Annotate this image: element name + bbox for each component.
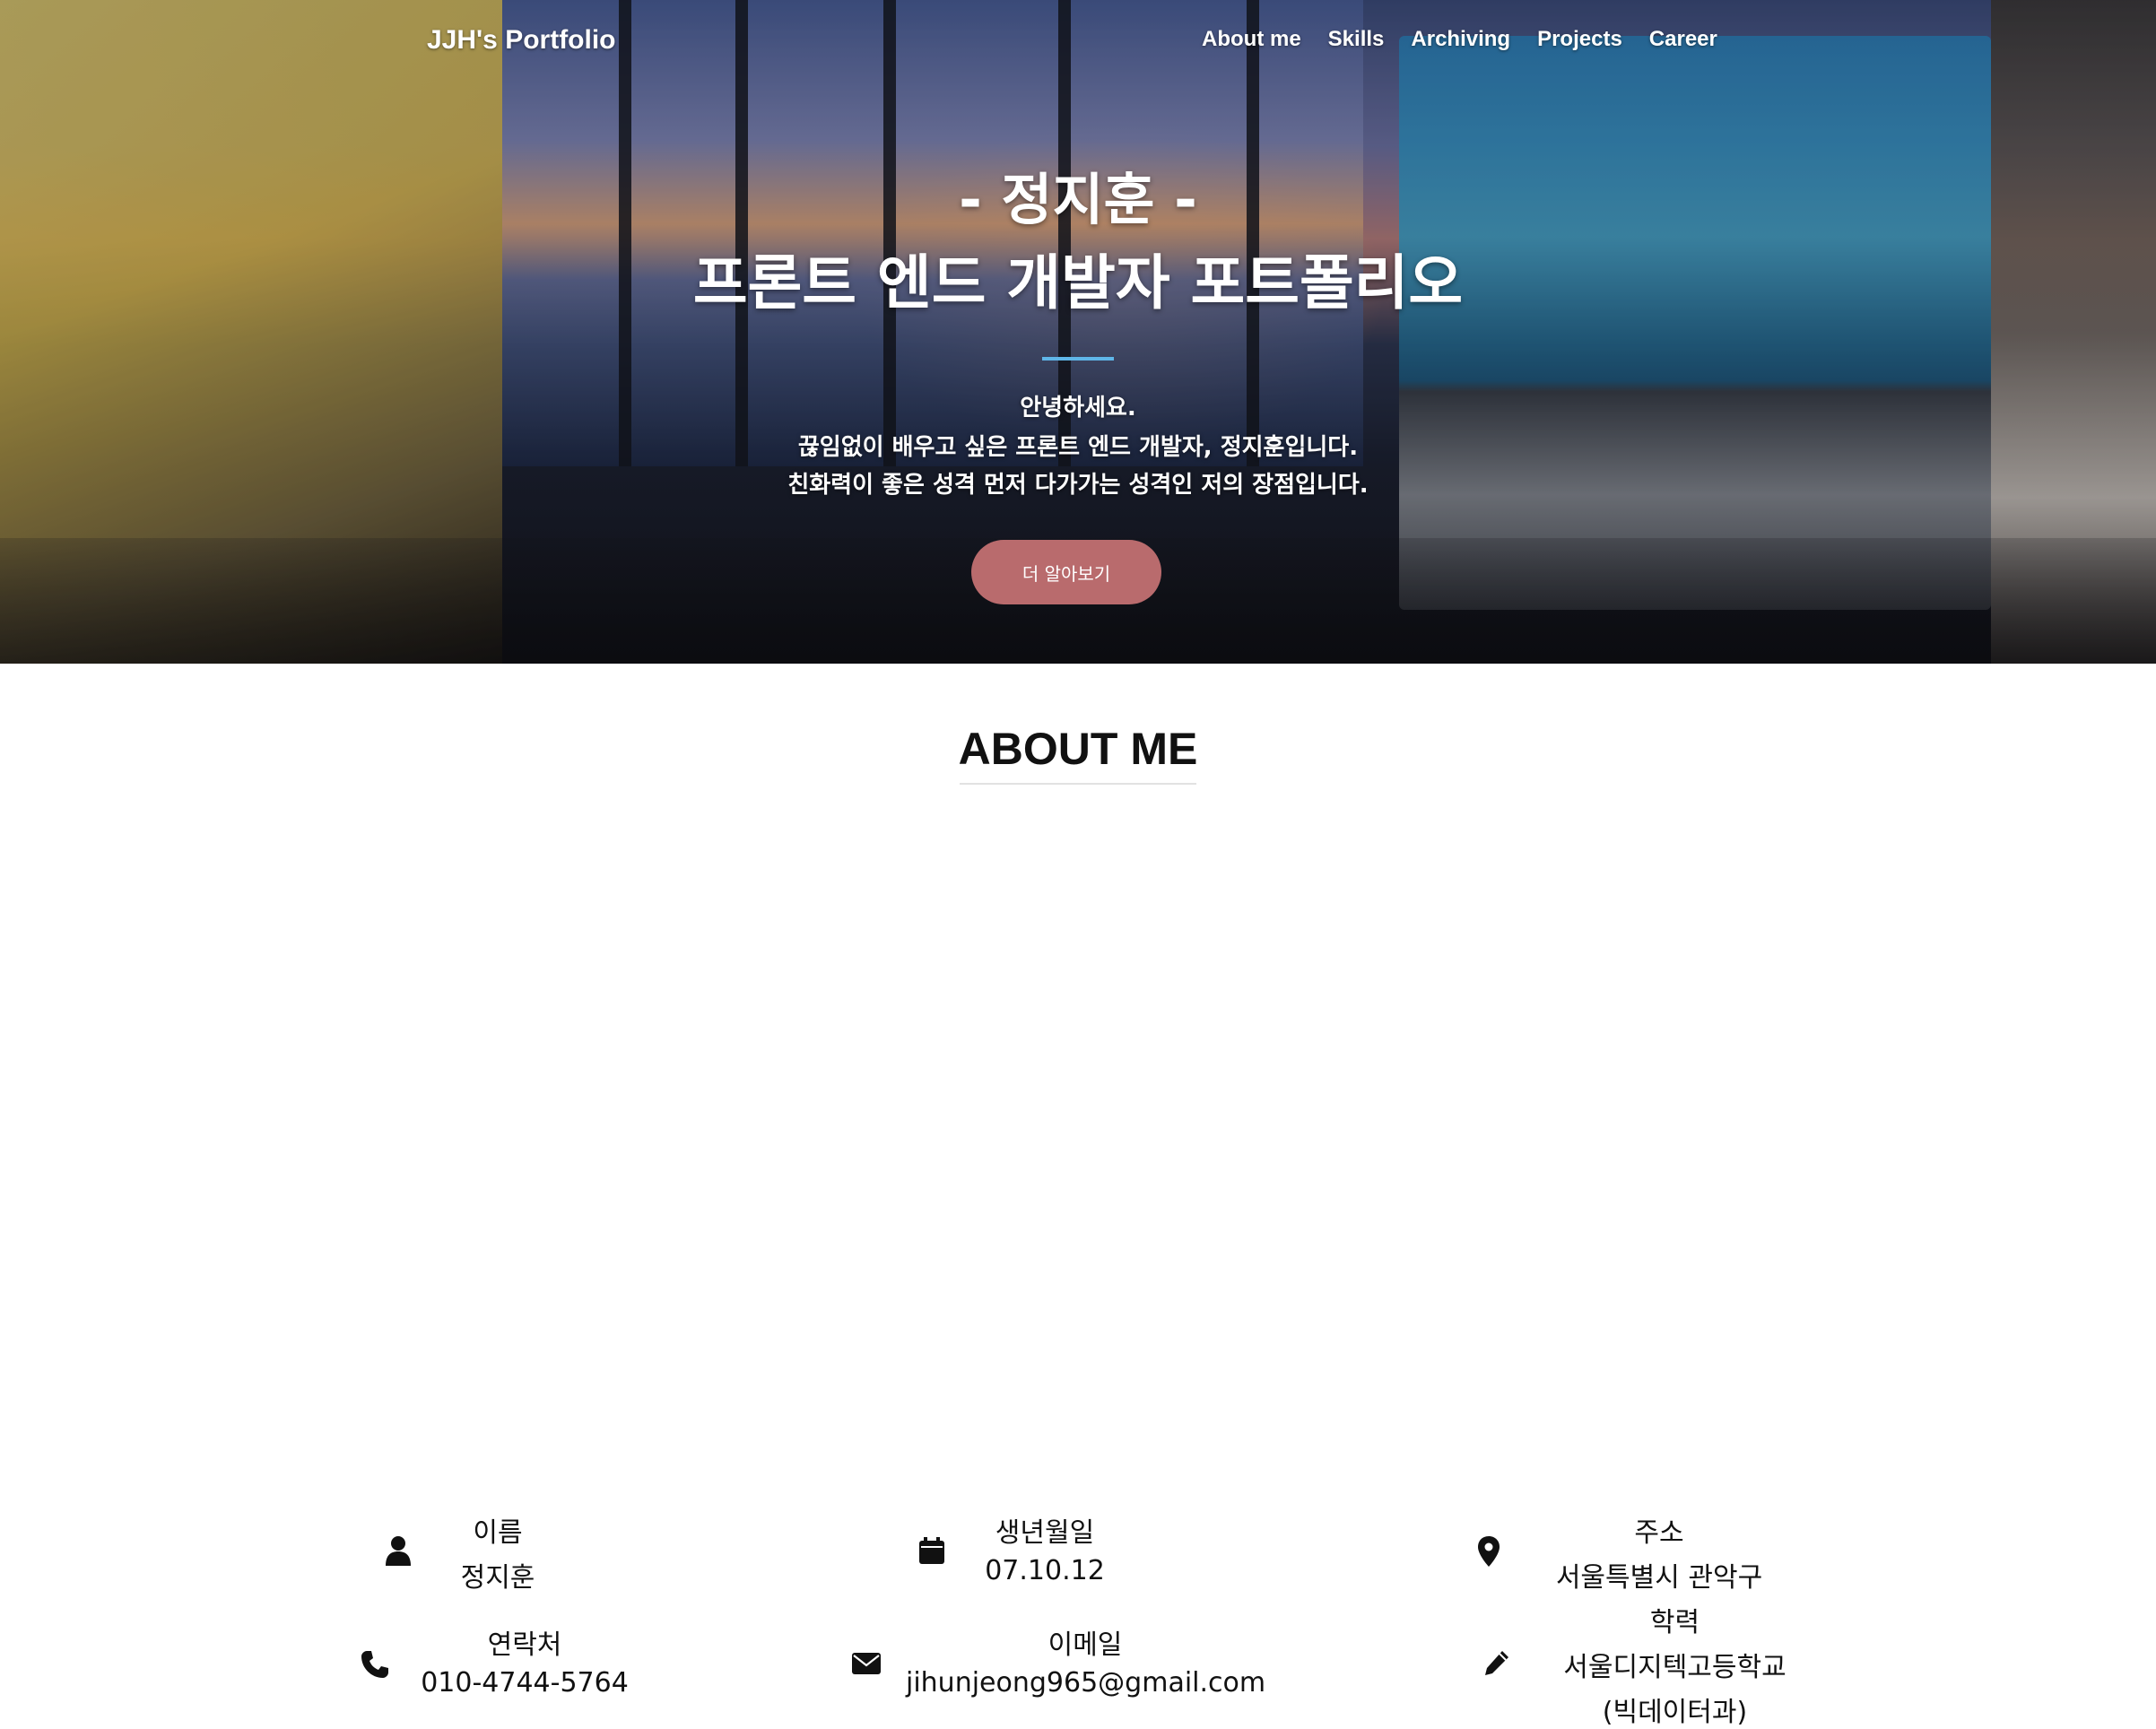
main-nav: About me Skills Archiving Projects Caree… [1202,27,1717,52]
info-value: 정지훈 [460,1562,535,1594]
hero-intro: 끊임없이 배우고 싶은 프론트 엔드 개발자, 정지훈입니다. [797,434,1359,461]
hero-greeting: 안녕하세요. [1020,395,1136,421]
nav-link-projects[interactable]: Projects [1537,27,1622,52]
about-title: ABOUT ME [958,724,1198,774]
hero-name: - 정지훈 - [959,167,1197,232]
about-title-underline [960,783,1196,785]
calendar-icon [919,1537,944,1564]
nav-link-archiving[interactable]: Archiving [1411,27,1510,52]
info-label: 주소 [1634,1517,1684,1549]
hero-title: 프론트 엔드 개발자 포트폴리오 [692,248,1464,317]
envelope-icon [852,1653,881,1674]
nav-link-about-me[interactable]: About me [1202,27,1301,52]
learn-more-button[interactable]: 더 알아보기 [971,540,1161,604]
pencil-icon [1485,1651,1508,1675]
info-label: 이메일 [1048,1629,1123,1661]
info-value: 07.10.12 [985,1555,1105,1586]
user-icon [386,1536,411,1566]
nav-link-skills[interactable]: Skills [1328,27,1385,52]
info-value: 서울특별시 관악구 [1555,1562,1763,1594]
nav-link-career[interactable]: Career [1649,27,1717,52]
brand-logo[interactable]: JJH's Portfolio [427,25,616,56]
hero-strength: 친화력이 좋은 성격 먼저 다가가는 성격인 저의 장점입니다. [787,472,1369,499]
info-value: jihunjeong965@gmail.com [906,1667,1266,1699]
info-value-detail: (빅데이터과) [1602,1697,1748,1728]
map-pin-icon [1478,1536,1500,1567]
phone-icon [361,1651,388,1678]
hero-section: JJH's Portfolio About me Skills Archivin… [0,0,2156,664]
info-label: 생년월일 [995,1517,1095,1549]
info-label: 이름 [473,1517,523,1549]
hero-divider [1042,357,1114,361]
info-label: 연락처 [487,1629,562,1661]
info-label: 학력 [1649,1607,1700,1638]
info-value: 010-4744-5764 [421,1667,629,1699]
info-value: 서울디지텍고등학교 [1563,1652,1787,1683]
